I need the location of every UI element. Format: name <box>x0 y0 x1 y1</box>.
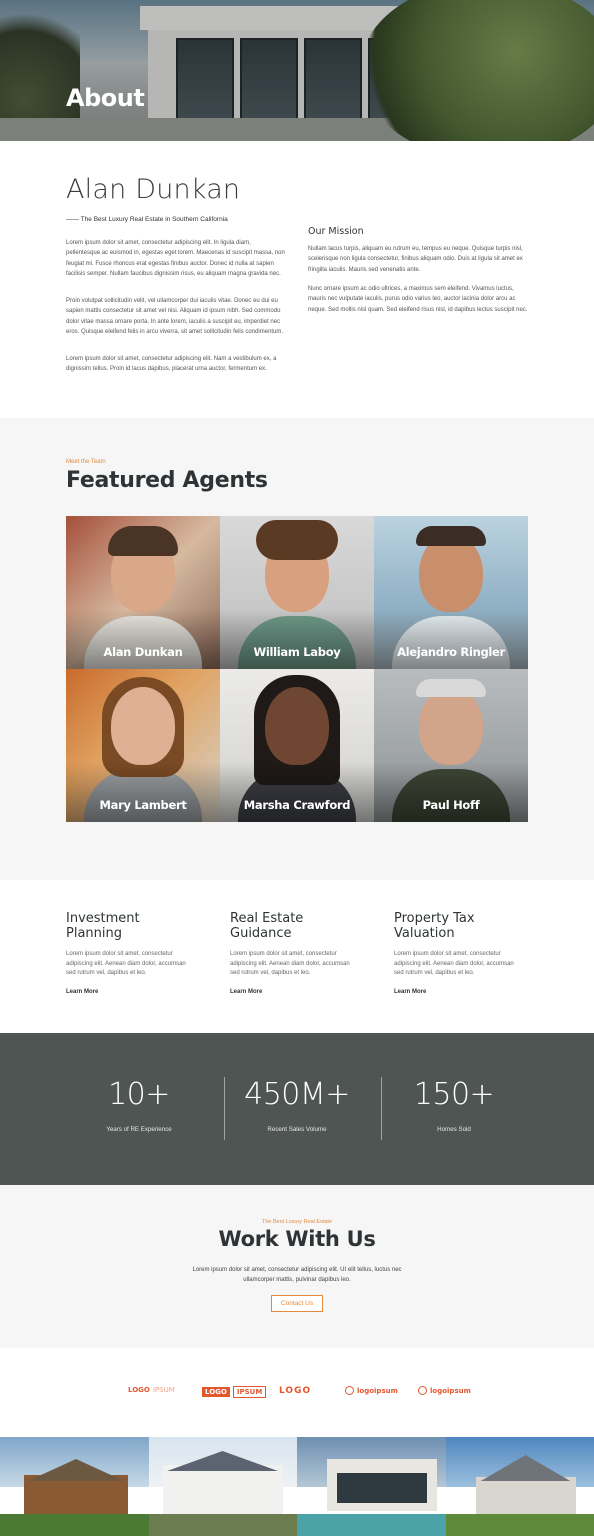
intro-name-heading: Alan Dunkan <box>66 174 241 205</box>
stat-value: 450M+ <box>244 1077 350 1112</box>
agent-card[interactable]: Marsha Crawford <box>220 669 374 822</box>
property-photo[interactable] <box>148 1437 297 1536</box>
stat-label: Recent Sales Volume <box>267 1126 327 1133</box>
stat-experience: 10+ Years of RE Experience <box>60 1077 218 1133</box>
logo-mark-icon <box>345 1386 354 1395</box>
service-description: Lorem ipsum dolor sit amet, consectetur … <box>230 951 350 976</box>
agent-photo <box>265 687 329 765</box>
work-heading: Work With Us <box>218 1227 376 1251</box>
service-description: Lorem ipsum dolor sit amet, consectetur … <box>66 951 186 976</box>
stat-value: 10+ <box>108 1077 170 1112</box>
work-eyebrow: The Best Luxury Real Estate <box>261 1219 332 1225</box>
work-with-us-section: The Best Luxury Real Estate Work With Us… <box>0 1185 594 1348</box>
service-title: Investment Planning <box>66 911 140 941</box>
agent-card[interactable]: Alan Dunkan <box>66 516 220 669</box>
service-guidance: Real Estate Guidance Lorem ipsum dolor s… <box>230 911 380 995</box>
client-logo-4: logoipsum <box>345 1386 398 1395</box>
service-title: Property Tax Valuation <box>394 911 475 941</box>
agent-name: Alejandro Ringler <box>397 645 505 659</box>
agent-card[interactable]: Mary Lambert <box>66 669 220 822</box>
agent-photo <box>111 687 175 765</box>
client-logo-5: logoipsum <box>418 1386 471 1395</box>
agent-card[interactable]: Paul Hoff <box>374 669 528 822</box>
stat-sales: 450M+ Recent Sales Volume <box>218 1077 376 1133</box>
client-logo-1: LOGO IPSUM <box>128 1386 175 1394</box>
service-investment: Investment Planning Lorem ipsum dolor si… <box>66 911 216 995</box>
agents-grid: Alan Dunkan William Laboy Alejandro Ring… <box>66 516 528 823</box>
property-gallery <box>0 1437 594 1536</box>
client-logo-3: LOGO <box>279 1386 312 1396</box>
mission-paragraph: Nunc ornare ipsum ac odio ultrices, a ma… <box>308 286 528 313</box>
agent-card[interactable]: William Laboy <box>220 516 374 669</box>
featured-agents-section: Meet the Team Featured Agents Alan Dunka… <box>0 418 594 880</box>
service-description: Lorem ipsum dolor sit amet, consectetur … <box>394 951 514 976</box>
stat-label: Years of RE Experience <box>106 1126 172 1133</box>
service-tax: Property Tax Valuation Lorem ipsum dolor… <box>394 911 544 995</box>
agents-heading: Featured Agents <box>66 468 268 493</box>
learn-more-link[interactable]: Learn More <box>66 989 216 995</box>
contact-us-button[interactable]: Contact Us <box>271 1295 323 1312</box>
intro-paragraph: Lorem ipsum dolor sit amet, consectetur … <box>66 240 285 277</box>
intro-paragraph: Lorem ipsum dolor sit amet, consectetur … <box>66 356 277 373</box>
agent-card[interactable]: Alejandro Ringler <box>374 516 528 669</box>
hero-banner: About <box>0 0 594 141</box>
stat-label: Homes Sold <box>437 1126 471 1133</box>
stats-section: 10+ Years of RE Experience 450M+ Recent … <box>0 1033 594 1185</box>
service-title: Real Estate Guidance <box>230 911 304 941</box>
page-title: About <box>66 84 145 112</box>
agent-name: Mary Lambert <box>99 798 187 812</box>
logo-mark-icon <box>418 1386 427 1395</box>
mission-paragraph: Nullam lacus turpis, aliquam eu rutrum e… <box>308 246 523 273</box>
client-logo-2: LOGO IPSUM <box>202 1386 267 1398</box>
learn-more-link[interactable]: Learn More <box>230 989 380 995</box>
stat-value: 150+ <box>413 1077 495 1112</box>
property-photo[interactable] <box>0 1437 149 1536</box>
agent-name: Alan Dunkan <box>103 645 183 659</box>
property-photo[interactable] <box>297 1437 446 1536</box>
agent-photo <box>419 687 483 765</box>
property-photo[interactable] <box>445 1437 594 1536</box>
agent-name: William Laboy <box>253 645 341 659</box>
stat-homes: 150+ Homes Sold <box>375 1077 533 1133</box>
intro-paragraph: Proin volutpat sollicitudin velit, vel u… <box>66 298 284 335</box>
learn-more-link[interactable]: Learn More <box>394 989 544 995</box>
intro-tagline: —— The Best Luxury Real Estate in Southe… <box>66 216 228 223</box>
client-logos: LOGO IPSUM LOGO IPSUM LOGO logoipsum logoi… <box>0 1348 594 1437</box>
mission-heading: Our Mission <box>308 226 364 237</box>
work-description: Lorem ipsum dolor sit amet, consectetur … <box>192 1267 402 1283</box>
agent-name: Paul Hoff <box>422 798 480 812</box>
agent-name: Marsha Crawford <box>243 798 351 812</box>
agents-eyebrow: Meet the Team <box>66 459 106 465</box>
